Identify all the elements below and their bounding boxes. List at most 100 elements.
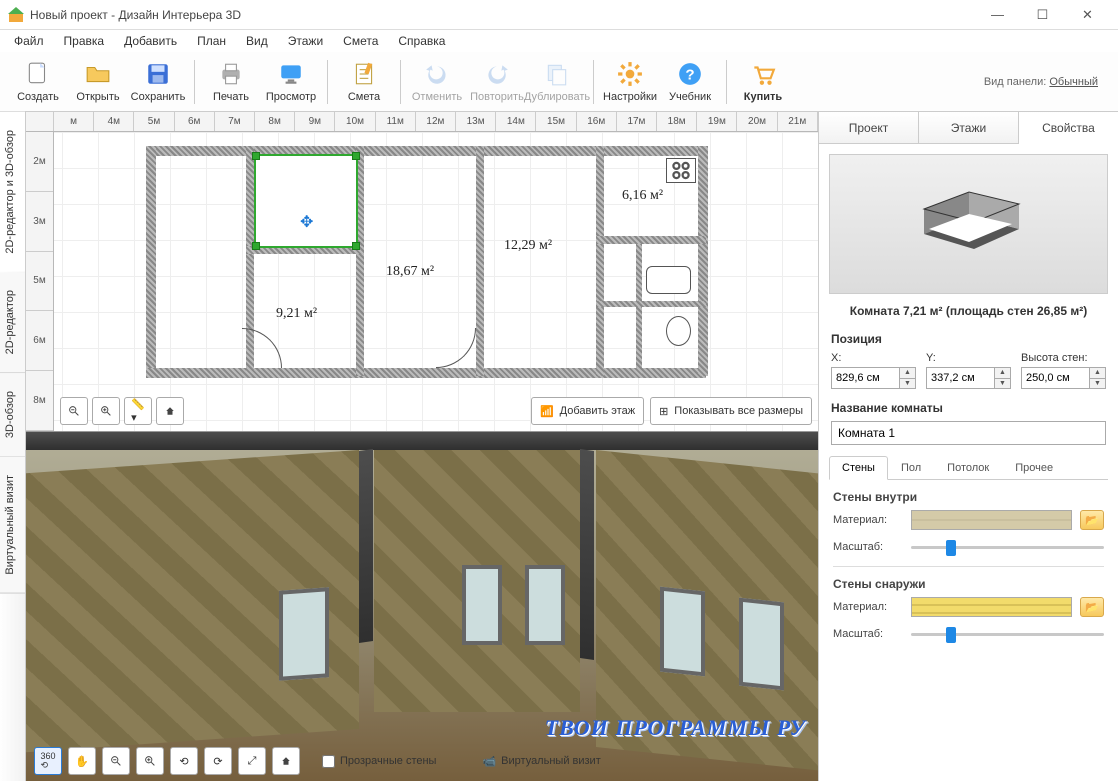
stab-walls[interactable]: Стены xyxy=(829,456,888,480)
panel-mode-label: Вид панели: Обычный xyxy=(984,76,1110,88)
outside-material-swatch[interactable] xyxy=(911,597,1072,617)
tb-preview[interactable]: Просмотр xyxy=(261,54,321,110)
dimensions-icon: ⊞ xyxy=(659,405,668,418)
show-sizes-button[interactable]: ⊞Показывать все размеры xyxy=(650,397,812,425)
stab-floor[interactable]: Пол xyxy=(888,456,934,480)
home-button[interactable] xyxy=(156,397,184,425)
outside-material-browse[interactable]: 📂 xyxy=(1080,597,1104,617)
view-3d[interactable]: 360⟲ ✋ ⟲ ⟳ ⤢ Прозрачные стены 📹 Виртуаль… xyxy=(26,432,818,781)
transparent-walls-check[interactable]: Прозрачные стены xyxy=(322,755,436,768)
menubar: Файл Правка Добавить План Вид Этажи Смет… xyxy=(0,30,1118,52)
maximize-button[interactable]: ☐ xyxy=(1020,1,1065,29)
zoom-out-3d-button[interactable] xyxy=(102,747,130,775)
wall-height-input[interactable]: ▲▼ xyxy=(1021,367,1106,389)
duplicate-icon xyxy=(543,60,571,88)
tb-open[interactable]: Открыть xyxy=(68,54,128,110)
ltab-2d-3d[interactable]: 2D-редактор и 3D-обзор xyxy=(0,112,25,272)
panel-mode-link[interactable]: Обычный xyxy=(1049,76,1098,88)
redo-icon xyxy=(483,60,511,88)
titlebar: Новый проект - Дизайн Интерьера 3D — ☐ ✕ xyxy=(0,0,1118,30)
view-2d[interactable]: 2м3м5м6м8м xyxy=(26,132,818,432)
tb-undo[interactable]: Отменить xyxy=(407,54,467,110)
zoom-out-button[interactable] xyxy=(60,397,88,425)
tb-duplicate[interactable]: Дублировать xyxy=(527,54,587,110)
fixture-stove[interactable] xyxy=(666,158,696,183)
app-icon xyxy=(8,7,24,23)
floorplan[interactable]: ✥ 7,21 м² 6,16 м² 12,29 м² 18,67 м² 9,21… xyxy=(146,146,786,396)
inside-scale-slider[interactable] xyxy=(911,538,1104,556)
undo-icon xyxy=(423,60,451,88)
room-info: Комната 7,21 м² (площадь стен 26,85 м²) xyxy=(819,304,1118,318)
right-panel: Проект Этажи Свойства Комната 7,21 м² (п… xyxy=(818,112,1118,781)
ruler-horizontal: м4м5м6м7м8м9м10м11м12м13м14м15м16м17м18м… xyxy=(26,112,818,132)
tb-settings[interactable]: Настройки xyxy=(600,54,660,110)
rotate-right-button[interactable]: ⟳ xyxy=(204,747,232,775)
cart-icon xyxy=(749,60,777,88)
fixture-toilet[interactable] xyxy=(666,316,691,346)
room-preview xyxy=(829,154,1108,294)
tb-buy[interactable]: Купить xyxy=(733,54,793,110)
ltab-virtual[interactable]: Виртуальный визит xyxy=(0,457,25,594)
room-name-input[interactable] xyxy=(831,421,1106,445)
stab-other[interactable]: Прочее xyxy=(1002,456,1066,480)
help-icon: ? xyxy=(676,60,704,88)
tb-tutorial[interactable]: ?Учебник xyxy=(660,54,720,110)
stab-ceiling[interactable]: Потолок xyxy=(934,456,1002,480)
tb-print[interactable]: Печать xyxy=(201,54,261,110)
inside-material-swatch[interactable] xyxy=(911,510,1072,530)
minimize-button[interactable]: — xyxy=(975,1,1020,29)
save-icon xyxy=(144,60,172,88)
close-button[interactable]: ✕ xyxy=(1065,1,1110,29)
position-title: Позиция xyxy=(819,328,1118,350)
watermark: ТВОИ ПРОГРАММЫ РУ xyxy=(545,715,806,741)
tb-create[interactable]: Создать xyxy=(8,54,68,110)
menu-help[interactable]: Справка xyxy=(390,32,453,50)
monitor-icon xyxy=(277,60,305,88)
printer-icon xyxy=(217,60,245,88)
stairs-icon: 📶 xyxy=(540,405,554,418)
menu-file[interactable]: Файл xyxy=(6,32,52,50)
pan-button[interactable]: ✋ xyxy=(68,747,96,775)
home-3d-button[interactable] xyxy=(272,747,300,775)
zoom-in-button[interactable] xyxy=(92,397,120,425)
menu-edit[interactable]: Правка xyxy=(56,32,113,50)
tb-save[interactable]: Сохранить xyxy=(128,54,188,110)
reset-view-button[interactable]: ⤢ xyxy=(238,747,266,775)
walls-outside-title: Стены снаружи xyxy=(833,577,1104,591)
notepad-icon xyxy=(350,60,378,88)
pos-y-input[interactable]: ▲▼ xyxy=(926,367,1011,389)
left-tabs: 2D-редактор и 3D-обзор 2D-редактор 3D-об… xyxy=(0,112,26,781)
tb-redo[interactable]: Повторить xyxy=(467,54,527,110)
selected-room[interactable]: ✥ xyxy=(254,154,358,248)
tb-estimate[interactable]: Смета xyxy=(334,54,394,110)
room-area-4: 18,67 м² xyxy=(386,264,434,280)
menu-plan[interactable]: План xyxy=(189,32,234,50)
rotate-left-button[interactable]: ⟲ xyxy=(170,747,198,775)
menu-view[interactable]: Вид xyxy=(238,32,276,50)
orbit-button[interactable]: 360⟲ xyxy=(34,747,62,775)
ltab-3d[interactable]: 3D-обзор xyxy=(0,373,25,457)
gear-icon xyxy=(616,60,644,88)
menu-add[interactable]: Добавить xyxy=(116,32,185,50)
room-name-title: Название комнаты xyxy=(819,397,1118,419)
fixture-sink[interactable] xyxy=(646,266,691,294)
ltab-2d[interactable]: 2D-редактор xyxy=(0,272,25,373)
rtab-project[interactable]: Проект xyxy=(819,112,919,143)
menu-floors[interactable]: Этажи xyxy=(280,32,331,50)
rtab-props[interactable]: Свойства xyxy=(1019,113,1118,144)
outside-scale-slider[interactable] xyxy=(911,625,1104,643)
view3d-toolbar: 360⟲ ✋ ⟲ ⟳ ⤢ Прозрачные стены 📹 Виртуаль… xyxy=(34,747,818,775)
inside-material-browse[interactable]: 📂 xyxy=(1080,510,1104,530)
menu-estimate[interactable]: Смета xyxy=(335,32,386,50)
add-floor-button[interactable]: 📶Добавить этаж xyxy=(531,397,644,425)
rtab-floors[interactable]: Этажи xyxy=(919,112,1019,143)
toolbar: Создать Открыть Сохранить Печать Просмот… xyxy=(0,52,1118,112)
folder-open-icon xyxy=(84,60,112,88)
virtual-visit-button[interactable]: 📹 Виртуальный визит xyxy=(482,755,600,768)
camera-icon: 📹 xyxy=(482,755,496,768)
svg-text:?: ? xyxy=(685,66,694,83)
move-icon[interactable]: ✥ xyxy=(300,212,313,232)
measure-button[interactable]: 📏 ▾ xyxy=(124,397,152,425)
zoom-in-3d-button[interactable] xyxy=(136,747,164,775)
pos-x-input[interactable]: ▲▼ xyxy=(831,367,916,389)
